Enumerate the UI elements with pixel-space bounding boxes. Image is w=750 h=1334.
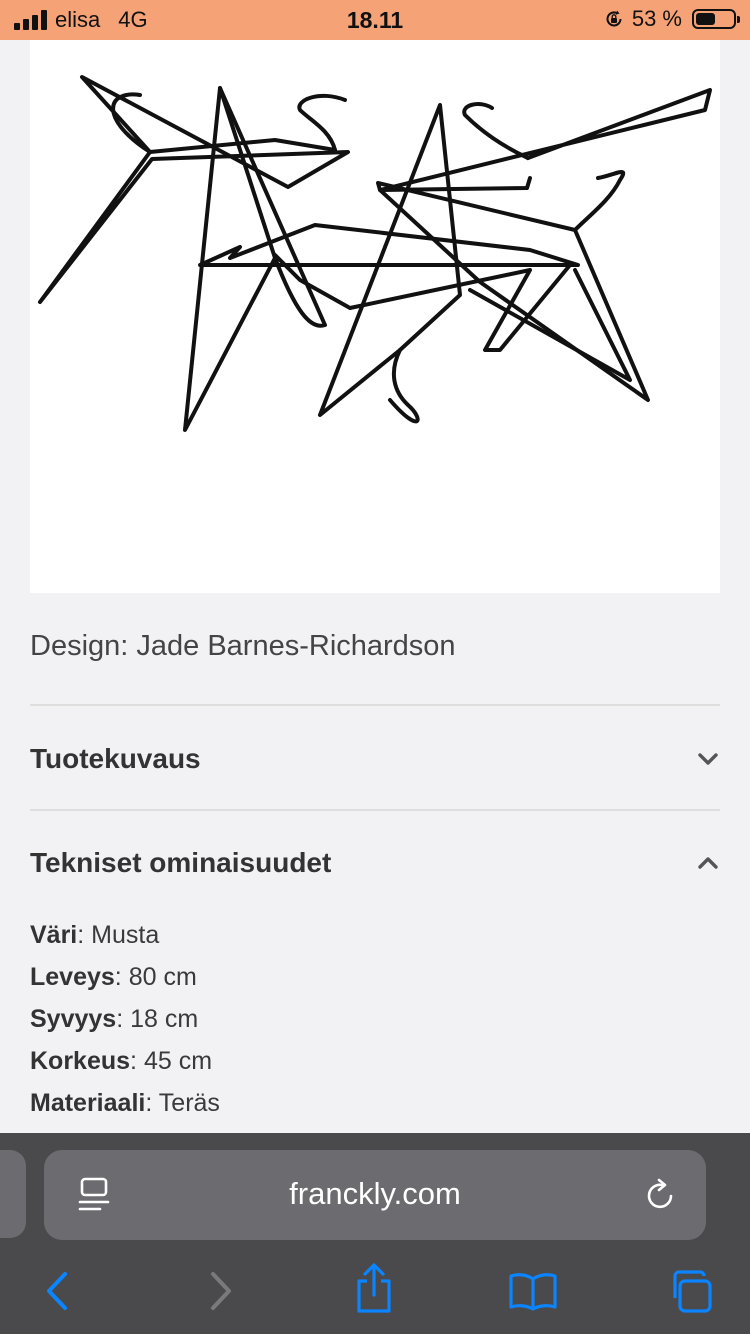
spec-row-width: Leveys: 80 cm <box>30 963 197 992</box>
spec-label: Korkeus <box>30 1047 131 1075</box>
address-bar[interactable]: franckly.com <box>44 1150 706 1240</box>
spec-label: Materiaali <box>30 1089 146 1117</box>
section-title: Tuotekuvaus <box>30 743 201 774</box>
battery-percentage: 53 % <box>631 6 682 31</box>
tabs-button[interactable] <box>666 1269 714 1313</box>
back-icon <box>47 1272 67 1310</box>
chevron-down-icon <box>698 753 718 765</box>
spec-value: : Musta <box>77 921 160 949</box>
reload-icon[interactable] <box>644 1177 678 1213</box>
url-text: franckly.com <box>289 1176 461 1211</box>
spec-row-height: Korkeus: 45 cm <box>30 1047 212 1076</box>
orientation-lock-icon <box>606 10 622 27</box>
spec-row-material: Materiaali: Teräs <box>30 1089 220 1118</box>
accordion-tekniset-ominaisuudet[interactable]: Tekniset ominaisuudet <box>30 833 720 893</box>
spec-row-depth: Syvyys: 18 cm <box>30 1005 198 1034</box>
bookmarks-button[interactable] <box>508 1269 558 1313</box>
forward-icon <box>211 1272 231 1310</box>
spec-label: Väri <box>30 921 78 949</box>
back-button[interactable] <box>36 1269 80 1313</box>
spec-value: : 80 cm <box>114 963 197 991</box>
tabs-icon <box>673 1270 712 1313</box>
bookmarks-icon <box>509 1273 557 1311</box>
status-bar: elisa 4G 18.11 53 % <box>0 0 750 40</box>
previous-tab-peek[interactable] <box>0 1150 26 1238</box>
section-title: Tekniset ominaisuudet <box>30 847 332 878</box>
spec-label: Syvyys <box>30 1005 117 1033</box>
designer-credit: Design: Jade Barnes-Richardson <box>30 630 456 662</box>
chevron-up-icon <box>698 857 718 869</box>
spec-label: Leveys <box>30 963 115 991</box>
divider <box>30 809 720 811</box>
battery-icon <box>692 9 740 29</box>
spec-value: : 18 cm <box>116 1005 199 1033</box>
spec-value: : 45 cm <box>130 1047 213 1075</box>
product-image[interactable] <box>30 40 720 593</box>
accordion-tuotekuvaus[interactable]: Tuotekuvaus <box>30 729 720 789</box>
forward-button[interactable] <box>198 1269 242 1313</box>
browser-toolbar: franckly.com <box>0 1133 750 1334</box>
share-icon <box>357 1263 391 1313</box>
share-button[interactable] <box>352 1263 396 1315</box>
spec-value: : Teräs <box>145 1089 220 1117</box>
wire-hangers-image <box>38 75 712 432</box>
spec-row-color: Väri: Musta <box>30 921 159 950</box>
divider <box>30 704 720 706</box>
